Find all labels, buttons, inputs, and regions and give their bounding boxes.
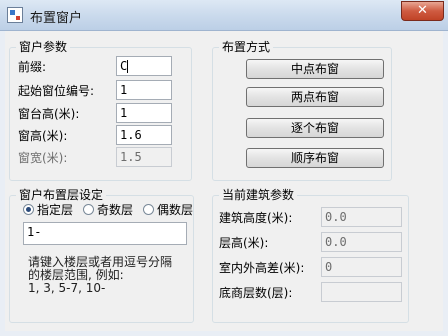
window-title: 布置窗户 — [30, 11, 83, 26]
floor-height-label: 层高(米): — [219, 236, 269, 250]
floor-range-hint: 请键入楼层或者用逗号分隔 的楼层范围, 例如: 1, 3, 5-7, 10- — [28, 255, 173, 295]
radio-unselected-icon — [143, 204, 154, 215]
sequential-layout-button[interactable]: 顺序布窗 — [246, 148, 384, 168]
close-icon: ✕ — [417, 3, 428, 18]
radio-even-floors[interactable]: 偶数层 — [143, 203, 193, 217]
one-by-one-layout-button[interactable]: 逐个布窗 — [246, 118, 384, 138]
building-height-label: 建筑高度(米): — [219, 211, 293, 225]
window-height-input[interactable]: 1.6 — [116, 125, 172, 145]
layout-mode-legend: 布置方式 — [219, 40, 274, 54]
floor-range-input[interactable]: 1- — [23, 222, 187, 245]
building-height-value: 0.0 — [321, 207, 402, 227]
radio-odd-floors[interactable]: 奇数层 — [83, 203, 133, 217]
commercial-floors-value — [321, 282, 402, 302]
prefix-label: 前缀: — [18, 60, 47, 74]
indoor-outdoor-diff-label: 室内外高差(米): — [219, 261, 305, 275]
indoor-outdoor-diff-value: 0 — [321, 257, 402, 277]
text-caret — [127, 60, 129, 73]
radio-unselected-icon — [83, 204, 94, 215]
two-point-layout-button[interactable]: 两点布窗 — [246, 87, 384, 107]
start-number-label: 起始窗位编号: — [18, 84, 95, 98]
floor-height-value: 0.0 — [321, 232, 402, 252]
prefix-input[interactable]: C — [116, 56, 172, 76]
window-width-label: 窗宽(米): — [18, 151, 68, 165]
midpoint-layout-button[interactable]: 中点布窗 — [246, 59, 384, 79]
sill-height-label: 窗台高(米): — [18, 107, 80, 121]
app-icon — [7, 7, 23, 23]
window-params-legend: 窗户参数 — [16, 40, 71, 54]
window-height-label: 窗高(米): — [18, 129, 68, 143]
radio-specified-floor[interactable]: 指定层 — [23, 203, 73, 217]
building-params-legend: 当前建筑参数 — [219, 188, 298, 202]
window-width-input: 1.5 — [116, 147, 172, 167]
close-button[interactable]: ✕ — [401, 1, 444, 21]
floor-setting-legend: 窗户布置层设定 — [16, 188, 107, 202]
sill-height-input[interactable]: 1 — [116, 103, 172, 123]
dialog-body: 窗户参数 前缀: C 起始窗位编号: 1 窗台高(米): 1 窗高(米): 1.… — [5, 31, 443, 331]
commercial-floors-label: 底商层数(层): — [219, 286, 293, 300]
start-number-input[interactable]: 1 — [116, 80, 172, 100]
title-bar: 布置窗户 ✕ — [0, 0, 448, 31]
radio-selected-icon — [23, 204, 34, 215]
